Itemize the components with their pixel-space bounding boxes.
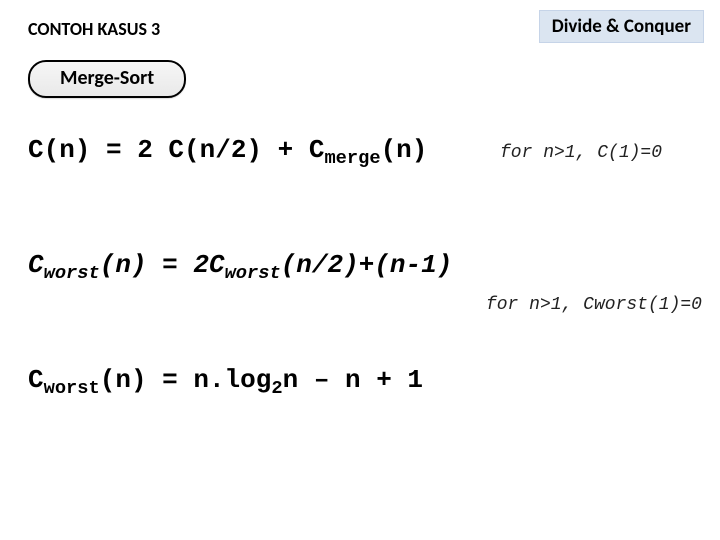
- eq-text: (n) = 2C: [100, 250, 225, 280]
- eq-sub: worst: [44, 377, 100, 399]
- eq-text: (n/2)+(n-1): [281, 250, 453, 280]
- eq-text: C(n) = 2 C(n/2) + C: [28, 135, 324, 165]
- eq-text: C: [28, 250, 44, 280]
- equation-worst-recurrence: Cworst(n) = 2Cworst(n/2)+(n-1): [28, 250, 452, 280]
- category-badge: Divide & Conquer: [539, 10, 704, 43]
- equation-worst-closed: Cworst(n) = n.log2n – n + 1: [28, 365, 423, 395]
- equation-condition: for n>1, Cworst(1)=0: [486, 295, 702, 315]
- eq-text: (n): [381, 135, 428, 165]
- topic-pill: Merge-Sort: [28, 60, 186, 98]
- eq-text: (n) = n.log: [100, 365, 272, 395]
- eq-sub: worst: [44, 262, 100, 284]
- equation-condition: for n>1, C(1)=0: [500, 143, 662, 163]
- eq-text: n – n + 1: [283, 365, 423, 395]
- eq-text: C: [28, 365, 44, 395]
- eq-sub: merge: [324, 147, 380, 169]
- equation-recurrence: C(n) = 2 C(n/2) + Cmerge(n): [28, 135, 427, 165]
- eq-sub: worst: [225, 262, 281, 284]
- eq-sub: 2: [271, 377, 282, 399]
- slide: CONTOH KASUS 3 Divide & Conquer Merge-So…: [0, 0, 720, 540]
- page-title: CONTOH KASUS 3: [28, 18, 160, 40]
